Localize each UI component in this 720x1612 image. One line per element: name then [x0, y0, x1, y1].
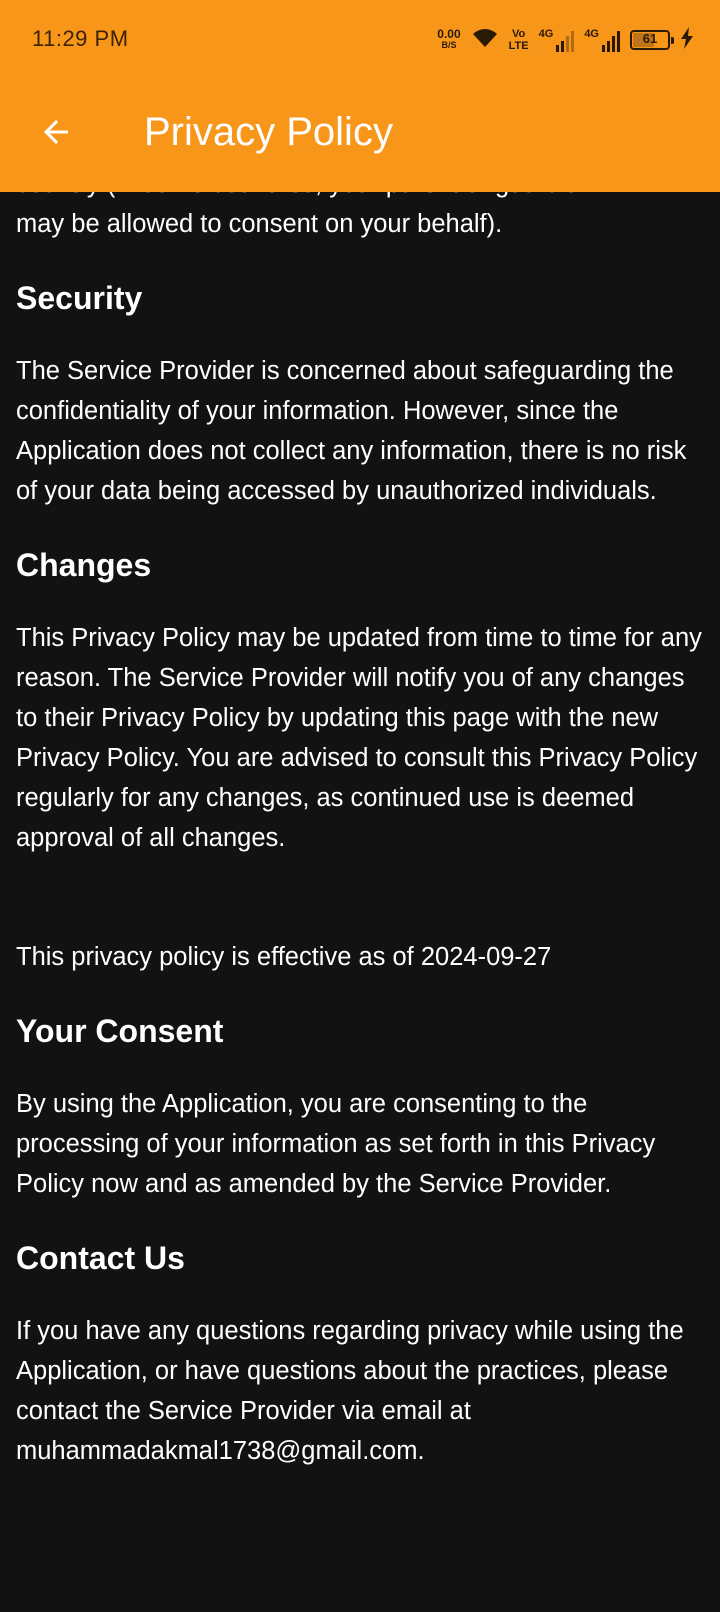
consent-heading: Your Consent	[16, 1013, 224, 1049]
net-speed-indicator: 0.00 B/S	[437, 27, 461, 51]
partial-line-2: may be allowed to consent on your behalf…	[16, 210, 503, 238]
policy-content: country (in some countries, your parent …	[0, 164, 720, 1471]
battery-icon: 61	[630, 30, 674, 50]
status-time: 11:29 PM	[32, 26, 129, 51]
security-body: The Service Provider is concerned about …	[16, 357, 687, 505]
security-heading: Security	[16, 280, 143, 316]
effective-date-text: This privacy policy is effective as of 2…	[16, 943, 552, 971]
battery-percent: 61	[642, 31, 658, 46]
net-speed-value: 0.00	[437, 27, 461, 41]
back-button[interactable]	[28, 104, 84, 160]
signal-icon: 4G	[539, 28, 575, 52]
signal-icon-2: 4G	[584, 28, 620, 52]
net-speed-unit: B/S	[441, 40, 457, 50]
changes-body: This Privacy Policy may be updated from …	[16, 624, 702, 852]
wifi-icon	[471, 27, 499, 54]
volte-bottom: LTE	[508, 40, 529, 52]
arrow-back-icon	[44, 120, 68, 144]
sim1-label: 4G	[538, 28, 554, 40]
volte-top: Vo	[512, 28, 526, 40]
consent-body: By using the Application, you are consen…	[16, 1090, 656, 1198]
contact-body: If you have any questions regarding priv…	[16, 1317, 684, 1465]
page-title: Privacy Policy	[144, 110, 393, 154]
volte-indicator: Vo LTE	[509, 28, 529, 52]
changes-heading: Changes	[16, 547, 152, 583]
contact-heading: Contact Us	[16, 1240, 185, 1276]
sim2-label: 4G	[584, 28, 599, 40]
status-bar: 11:29 PM 0.00 B/S Vo LTE 4G 4G 61	[0, 0, 720, 84]
status-icons: 0.00 B/S Vo LTE 4G 4G 61	[437, 24, 694, 56]
charging-icon	[680, 26, 694, 54]
app-bar: 11:29 PM 0.00 B/S Vo LTE 4G 4G 61 Privac…	[0, 0, 720, 192]
